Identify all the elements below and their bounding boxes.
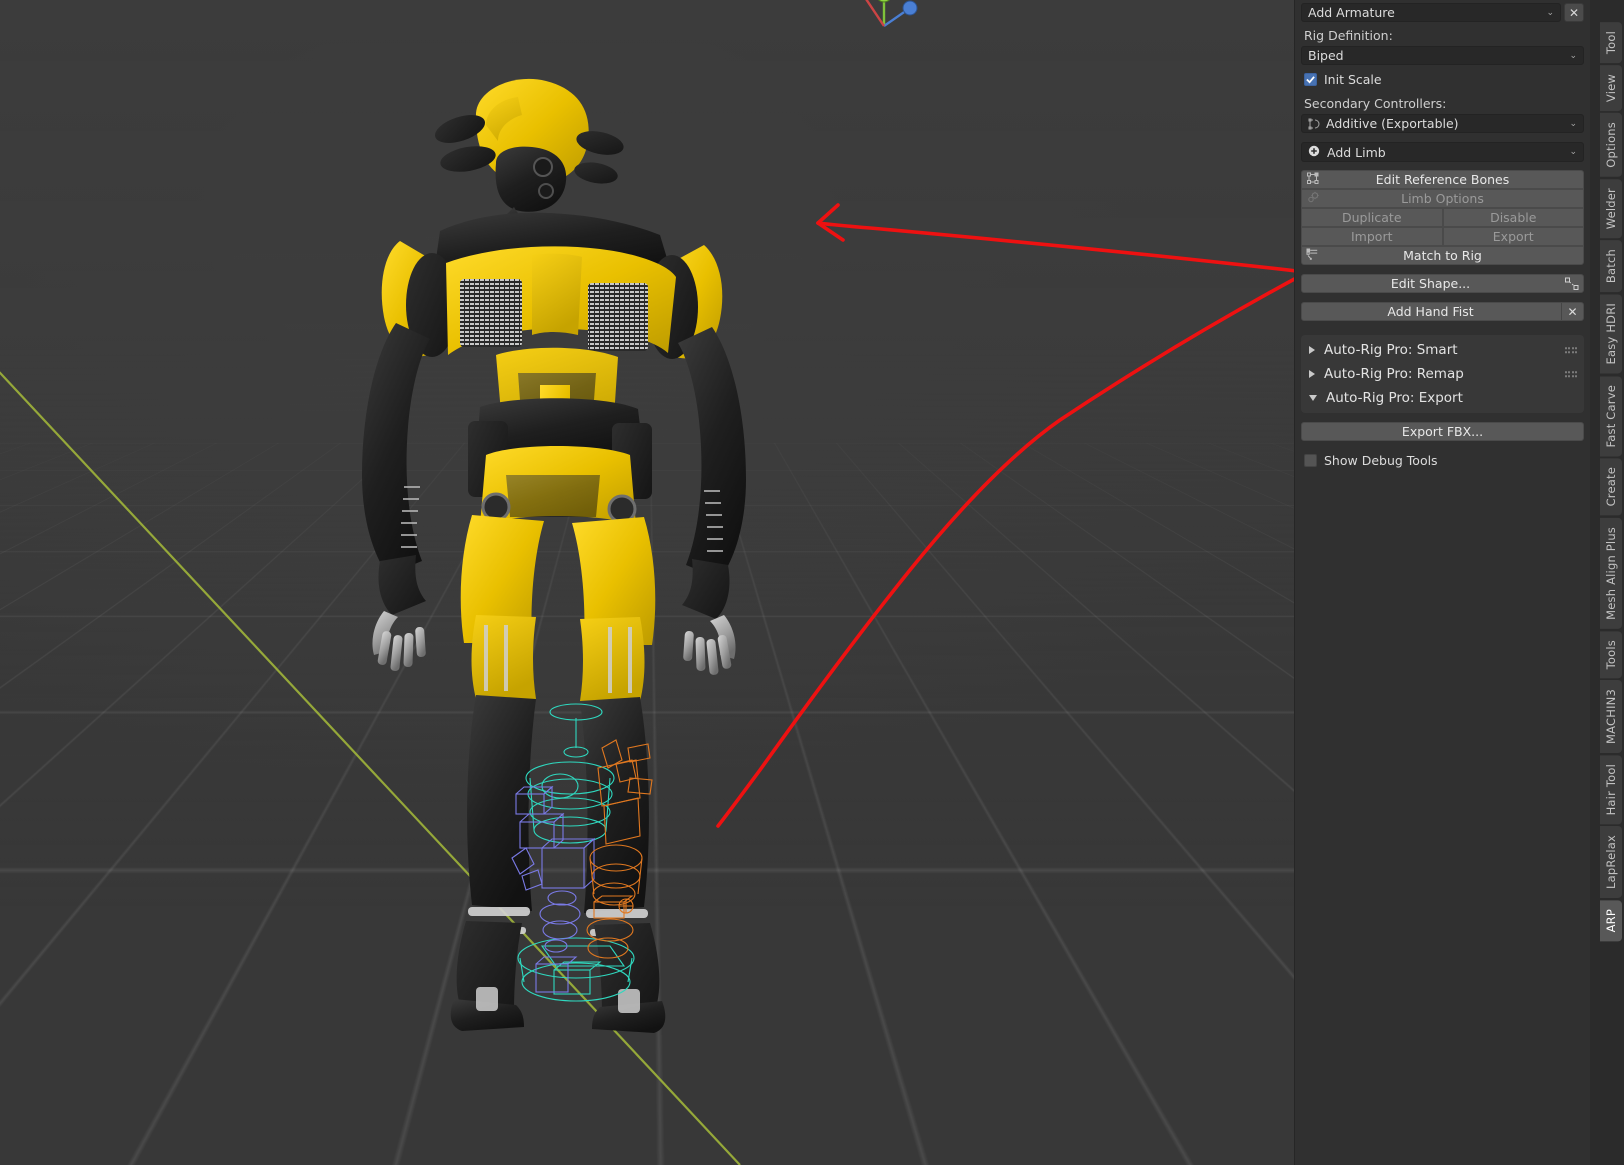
tab-view[interactable]: View bbox=[1600, 65, 1622, 111]
disable-label: Disable bbox=[1490, 210, 1536, 225]
plus-circle-icon bbox=[1308, 145, 1320, 160]
chevron-down-icon: ⌄ bbox=[1546, 8, 1554, 18]
tab-easy-hdri[interactable]: Easy HDRI bbox=[1600, 294, 1622, 373]
armature-bone-shapes-overlay[interactable] bbox=[498, 690, 688, 1010]
add-hand-fist-block: Add Hand Fist ✕ bbox=[1301, 302, 1584, 321]
limb-options-button: Limb Options bbox=[1301, 189, 1584, 208]
tab-mesh-align-plus[interactable]: Mesh Align Plus bbox=[1600, 518, 1622, 629]
auto-rig-pro-sections: Auto-Rig Pro: Smart Auto-Rig Pro: Remap … bbox=[1301, 335, 1584, 413]
tab-machin3[interactable]: MACHIN3 bbox=[1600, 680, 1622, 753]
chevron-down-icon: ⌄ bbox=[1569, 147, 1577, 157]
export-fbx-button[interactable]: Export FBX... bbox=[1301, 422, 1584, 441]
add-hand-fist-button[interactable]: Add Hand Fist ✕ bbox=[1301, 302, 1584, 321]
add-limb-label: Add Limb bbox=[1327, 145, 1386, 160]
arp-properties-panel: Add Armature ⌄ ✕ Rig Definition: Biped ⌄… bbox=[1294, 0, 1590, 1165]
match-to-rig-button[interactable]: Match to Rig bbox=[1301, 246, 1584, 265]
add-armature-header-row: Add Armature ⌄ ✕ bbox=[1301, 0, 1584, 22]
edit-reference-bones-button[interactable]: Edit Reference Bones bbox=[1301, 170, 1584, 189]
export-fbx-label: Export FBX... bbox=[1402, 424, 1483, 439]
import-label: Import bbox=[1351, 229, 1393, 244]
tab-welder[interactable]: Welder bbox=[1600, 179, 1622, 238]
init-scale-label: Init Scale bbox=[1324, 72, 1382, 87]
import-button[interactable]: Import bbox=[1301, 227, 1443, 246]
drag-handle-icon[interactable] bbox=[1565, 347, 1578, 353]
drag-handle-icon[interactable] bbox=[1565, 371, 1578, 377]
tab-options[interactable]: Options bbox=[1600, 113, 1622, 177]
chevron-down-icon: ⌄ bbox=[1569, 51, 1577, 61]
tab-tool[interactable]: Tool bbox=[1600, 22, 1622, 63]
edit-reference-bones-label: Edit Reference Bones bbox=[1376, 172, 1509, 187]
sidebar-tab-strip: Tool View Options Welder Batch Easy HDRI… bbox=[1590, 0, 1624, 1165]
tab-fast-carve[interactable]: Fast Carve bbox=[1600, 376, 1622, 456]
tab-hair-tool[interactable]: Hair Tool bbox=[1600, 755, 1622, 824]
tab-batch[interactable]: Batch bbox=[1600, 240, 1622, 292]
import-export-row: Import Export bbox=[1301, 227, 1584, 246]
secondary-controllers-value: Additive (Exportable) bbox=[1326, 116, 1459, 131]
shape-transform-icon[interactable] bbox=[1564, 276, 1580, 292]
show-debug-tools-row[interactable]: Show Debug Tools bbox=[1301, 441, 1584, 471]
chevron-down-icon bbox=[1309, 395, 1317, 401]
blender-window: Add Armature ⌄ ✕ Rig Definition: Biped ⌄… bbox=[0, 0, 1624, 1165]
rig-definition-label: Rig Definition: bbox=[1301, 22, 1584, 45]
tab-arp[interactable]: ARP bbox=[1600, 900, 1622, 941]
match-to-rig-icon bbox=[1306, 247, 1320, 264]
add-hand-fist-label: Add Hand Fist bbox=[1387, 304, 1473, 319]
chevron-down-icon: ⌄ bbox=[1569, 119, 1577, 129]
rig-definition-value: Biped bbox=[1308, 48, 1344, 63]
tab-tools[interactable]: Tools bbox=[1600, 631, 1622, 678]
secondary-controllers-label: Secondary Controllers: bbox=[1301, 90, 1584, 113]
disable-button[interactable]: Disable bbox=[1443, 208, 1585, 227]
tab-laprelax[interactable]: LapRelax bbox=[1600, 826, 1622, 898]
export-label: Export bbox=[1493, 229, 1534, 244]
init-scale-checkbox[interactable] bbox=[1304, 73, 1317, 86]
export-button[interactable]: Export bbox=[1443, 227, 1585, 246]
add-armature-combo[interactable]: Add Armature ⌄ bbox=[1301, 3, 1561, 22]
chevron-right-icon bbox=[1309, 346, 1315, 354]
section-auto-rig-pro-smart[interactable]: Auto-Rig Pro: Smart bbox=[1301, 338, 1584, 362]
match-to-rig-label: Match to Rig bbox=[1403, 248, 1482, 263]
section-export-label: Auto-Rig Pro: Export bbox=[1326, 390, 1463, 406]
duplicate-disable-row: Duplicate Disable bbox=[1301, 208, 1584, 227]
show-debug-tools-checkbox[interactable] bbox=[1304, 454, 1317, 467]
section-smart-label: Auto-Rig Pro: Smart bbox=[1324, 342, 1458, 358]
reference-bones-icon bbox=[1306, 171, 1320, 188]
add-armature-label: Add Armature bbox=[1308, 5, 1395, 20]
duplicate-label: Duplicate bbox=[1342, 210, 1402, 225]
add-hand-fist-close-button[interactable]: ✕ bbox=[1561, 303, 1583, 320]
3d-viewport[interactable] bbox=[0, 0, 1294, 1165]
limb-options-gear-icon bbox=[1306, 190, 1320, 207]
limb-buttons-block: Edit Reference Bones Limb Options Duplic… bbox=[1301, 170, 1584, 265]
bone-shape-icon bbox=[1308, 118, 1320, 130]
section-remap-label: Auto-Rig Pro: Remap bbox=[1324, 366, 1464, 382]
export-section-body: Export FBX... Show Debug Tools bbox=[1301, 422, 1584, 471]
tab-create[interactable]: Create bbox=[1600, 458, 1622, 515]
add-limb-dropdown[interactable]: Add Limb ⌄ bbox=[1301, 142, 1584, 162]
duplicate-button[interactable]: Duplicate bbox=[1301, 208, 1443, 227]
section-auto-rig-pro-export[interactable]: Auto-Rig Pro: Export bbox=[1301, 386, 1584, 410]
chevron-right-icon bbox=[1309, 370, 1315, 378]
edit-shape-button[interactable]: Edit Shape... bbox=[1301, 274, 1584, 293]
viewport-navigation-gizmo[interactable] bbox=[844, 0, 924, 66]
edit-shape-block: Edit Shape... bbox=[1301, 274, 1584, 293]
init-scale-row[interactable]: Init Scale bbox=[1301, 65, 1584, 90]
limb-options-label: Limb Options bbox=[1401, 191, 1484, 206]
section-auto-rig-pro-remap[interactable]: Auto-Rig Pro: Remap bbox=[1301, 362, 1584, 386]
show-debug-tools-label: Show Debug Tools bbox=[1324, 453, 1438, 468]
rig-definition-dropdown[interactable]: Biped ⌄ bbox=[1301, 46, 1584, 65]
edit-shape-label: Edit Shape... bbox=[1391, 276, 1470, 291]
secondary-controllers-dropdown[interactable]: Additive (Exportable) ⌄ bbox=[1301, 114, 1584, 133]
close-button[interactable]: ✕ bbox=[1564, 3, 1584, 22]
